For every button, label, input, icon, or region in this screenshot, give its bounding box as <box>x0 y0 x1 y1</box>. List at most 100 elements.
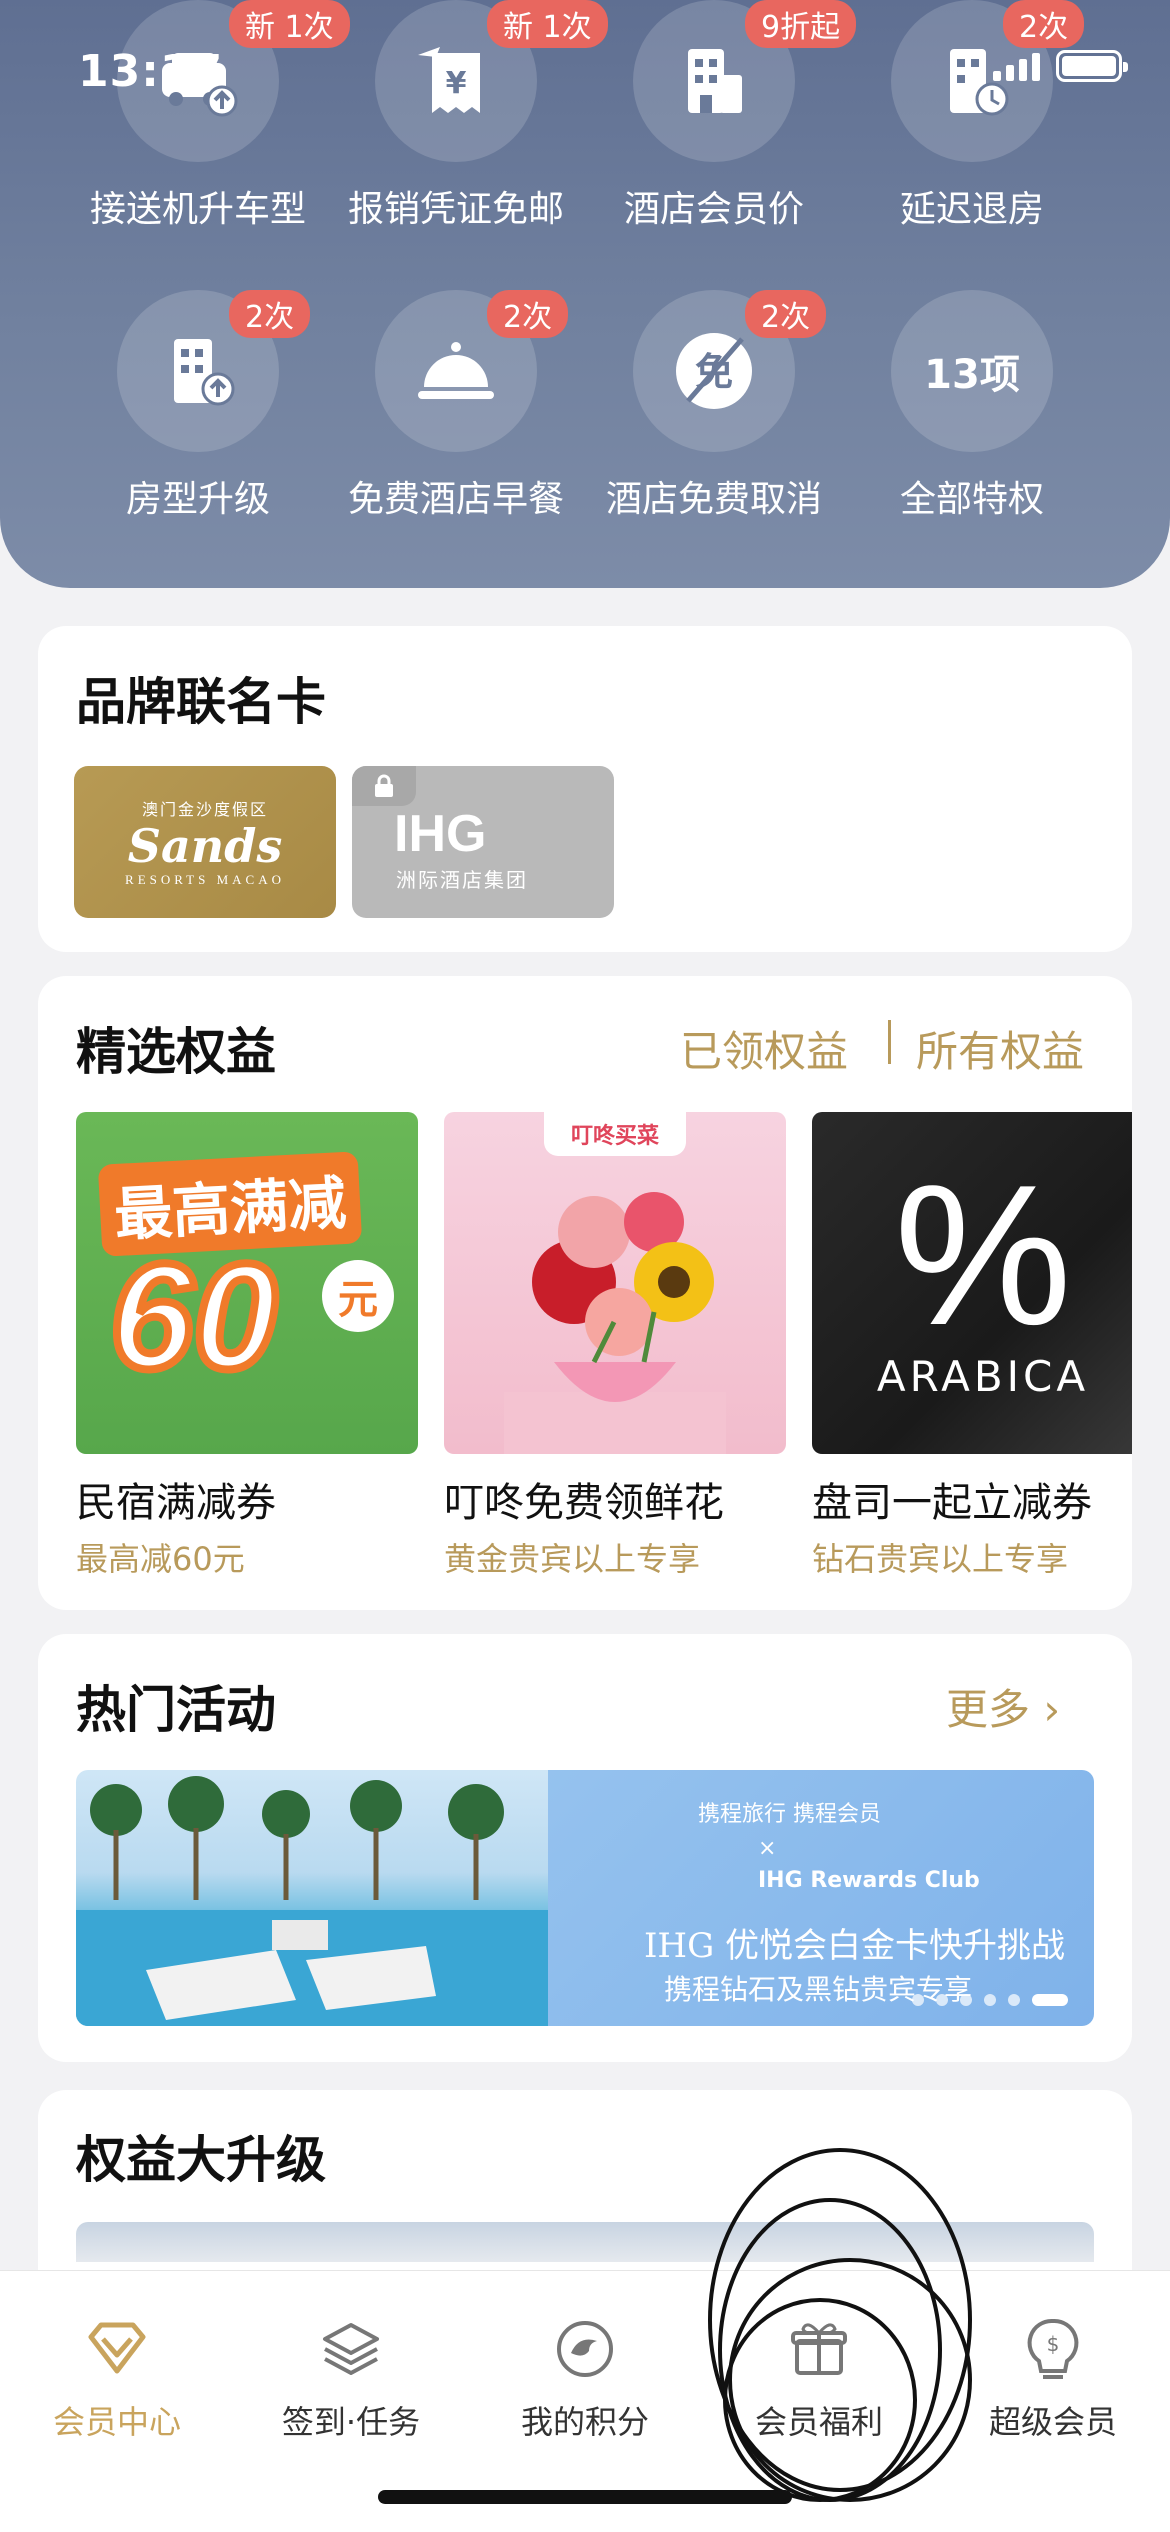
free-cancel-icon: 免 <box>676 333 752 409</box>
perk-room-upgrade[interactable]: 2次 房型升级 <box>68 290 328 522</box>
ihg-card[interactable]: IHG 洲际酒店集团 <box>352 766 614 918</box>
perk-icon-wrap: 9折起 <box>633 0 857 162</box>
perk-free-breakfast[interactable]: 2次 免费酒店早餐 <box>326 290 586 522</box>
late-checkout-icon <box>950 49 1009 116</box>
tab-label: 会员福利 <box>754 2403 883 2441</box>
perk-all-privileges[interactable]: 13项 全部特权 <box>842 290 1102 522</box>
perk-icon-wrap: 免 2次 <box>633 290 827 452</box>
gift-icon <box>791 2323 847 2375</box>
hotel-icon <box>688 49 742 113</box>
section-title: 精选权益 <box>76 1023 276 1081</box>
breakfast-cloche-icon <box>418 342 494 399</box>
benefit-item[interactable]: % ARABICA 盘司一起立减券 钻石贵宾以上专享 <box>812 1112 1132 1580</box>
benefit-sub: 最高减60元 <box>76 1540 245 1578</box>
brand-cards-section: 品牌联名卡 澳门金沙度假区 Sands RESORTS MACAO IHG 洲际… <box>38 626 1132 952</box>
perk-label: 免费酒店早餐 <box>347 479 564 520</box>
svg-text:¥: ¥ <box>446 66 467 101</box>
perk-badge: 9折起 <box>745 0 857 48</box>
carousel-dots <box>912 1994 1068 2006</box>
benefit-sub: 钻石贵宾以上专享 <box>812 1540 1069 1578</box>
perk-receipt-free-mail[interactable]: ¥ 新 1次 报销凭证免邮 <box>326 0 608 232</box>
perk-late-checkout[interactable]: 2次 延迟退房 <box>842 0 1102 232</box>
upgrade-banner[interactable] <box>76 2222 1094 2262</box>
perk-badge: 2次 <box>1003 0 1085 48</box>
banner-brand-line: 携程旅行 携程会员 <box>698 1802 881 1827</box>
tab-my-points[interactable]: 我的积分 <box>468 2313 702 2443</box>
perk-icon-wrap: 新 1次 <box>117 0 350 162</box>
claimed-benefits-link[interactable]: 已领权益 <box>680 1018 848 1079</box>
privileges-panel: 13:17 新 1次 接送机升车型 ¥ 新 1次 报销凭证免邮 9折起 酒店会员… <box>0 0 1170 588</box>
chevron-right-icon: › <box>1043 1685 1061 1734</box>
perk-icon-wrap: ¥ 新 1次 <box>375 0 608 162</box>
perk-icon-wrap: 2次 <box>891 0 1085 162</box>
sands-logo: Sands <box>127 819 283 873</box>
tab-checkin-tasks[interactable]: 签到·任务 <box>234 2313 468 2443</box>
car-upgrade-icon <box>162 53 238 117</box>
layers-icon <box>323 2323 379 2375</box>
lock-icon <box>352 766 416 806</box>
banner-headline: IHG 优悦会白金卡快升挑战 <box>644 1926 1066 1966</box>
perk-icon-wrap: 13项 <box>891 290 1053 452</box>
banner-text-panel: 携程旅行 携程会员 × IHG Rewards Club IHG 优悦会白金卡快… <box>548 1770 1094 2026</box>
perk-label: 酒店免费取消 <box>605 479 822 520</box>
coupon-art-value: 60 <box>106 1228 281 1404</box>
benefit-name: 盘司一起立减券 <box>812 1480 1092 1526</box>
perk-free-cancel[interactable]: 免 2次 酒店免费取消 <box>584 290 844 522</box>
tab-member-benefits[interactable]: 会员福利 <box>702 2313 936 2443</box>
resort-pool-illustration <box>76 1776 548 2026</box>
coupon-art-unit: 元 <box>322 1260 394 1332</box>
perk-label: 酒店会员价 <box>623 189 804 230</box>
sands-sub: RESORTS MACAO <box>125 872 285 887</box>
perk-airport-car-upgrade[interactable]: 新 1次 接送机升车型 <box>68 0 350 232</box>
ihg-sub: 洲际酒店集团 <box>396 868 528 892</box>
room-upgrade-icon <box>174 339 235 406</box>
perk-icon-wrap: 2次 <box>117 290 311 452</box>
perk-label: 报销凭证免邮 <box>347 189 564 230</box>
hot-activities-section: 热门活动 更多 › 携程旅行 携程会员 × IHG Rewards Club I… <box>38 1634 1132 2062</box>
benefit-name: 民宿满减券 <box>76 1480 276 1526</box>
perk-badge: 2次 <box>229 290 311 338</box>
arabica-symbol: % <box>894 1144 1072 1367</box>
all-benefits-link[interactable]: 所有权益 <box>916 1018 1084 1079</box>
perk-badge: 2次 <box>745 290 827 338</box>
perk-label: 房型升级 <box>125 479 270 520</box>
section-title: 权益大升级 <box>76 2131 326 2189</box>
home-indicator <box>378 2490 792 2504</box>
perk-hotel-member-price[interactable]: 9折起 酒店会员价 <box>584 0 857 232</box>
section-title: 品牌联名卡 <box>76 673 326 731</box>
svg-text:$: $ <box>1047 2332 1060 2356</box>
banner-ihg-line: IHG Rewards Club <box>758 1868 980 1893</box>
sands-card[interactable]: 澳门金沙度假区 Sands RESORTS MACAO <box>74 766 336 918</box>
member-diamond-icon <box>88 2322 146 2374</box>
privileges-count: 13项 <box>924 352 1020 398</box>
receipt-icon: ¥ <box>418 47 480 113</box>
tab-member-center[interactable]: 会员中心 <box>0 2313 234 2443</box>
tab-super-member[interactable]: $ 超级会员 <box>936 2313 1170 2443</box>
tab-label: 超级会员 <box>988 2403 1117 2441</box>
banner-cross: × <box>758 1836 777 1861</box>
points-icon <box>557 2321 613 2377</box>
tab-label: 我的积分 <box>520 2403 649 2441</box>
pool-photo <box>76 1770 548 2026</box>
super-member-icon: $ <box>1027 2318 1079 2379</box>
perk-icon-wrap: 2次 <box>375 290 569 452</box>
benefit-image: 最高满减 60 元 <box>76 1112 418 1454</box>
perk-label: 延迟退房 <box>899 189 1044 230</box>
benefit-name: 叮咚免费领鲜花 <box>444 1480 724 1526</box>
sands-cn-name: 澳门金沙度假区 <box>141 800 268 819</box>
link-divider <box>888 1020 891 1064</box>
arabica-word: ARABICA <box>876 1352 1090 1401</box>
tab-label: 会员中心 <box>52 2403 181 2441</box>
section-title: 热门活动 <box>76 1681 276 1739</box>
more-link[interactable]: 更多 › <box>946 1676 1060 1737</box>
ihg-logo: IHG <box>394 805 487 863</box>
perk-badge: 2次 <box>487 290 569 338</box>
perk-label: 全部特权 <box>899 479 1044 520</box>
benefit-sub: 黄金贵宾以上专享 <box>444 1540 701 1578</box>
benefit-item[interactable]: 叮咚买菜 叮咚免费领鲜花 黄金贵宾以上专享 <box>444 1112 786 1580</box>
tab-label: 签到·任务 <box>281 2403 421 2441</box>
benefit-item[interactable]: 最高满减 60 元 民宿满减券 最高减60元 <box>76 1112 418 1580</box>
benefit-image: % ARABICA <box>812 1112 1132 1454</box>
selected-benefits-section: 精选权益 已领权益 所有权益 最高满减 60 元 民宿满减券 最高减60元 叮咚… <box>38 976 1132 1610</box>
activity-banner[interactable]: 携程旅行 携程会员 × IHG Rewards Club IHG 优悦会白金卡快… <box>76 1770 1094 2026</box>
